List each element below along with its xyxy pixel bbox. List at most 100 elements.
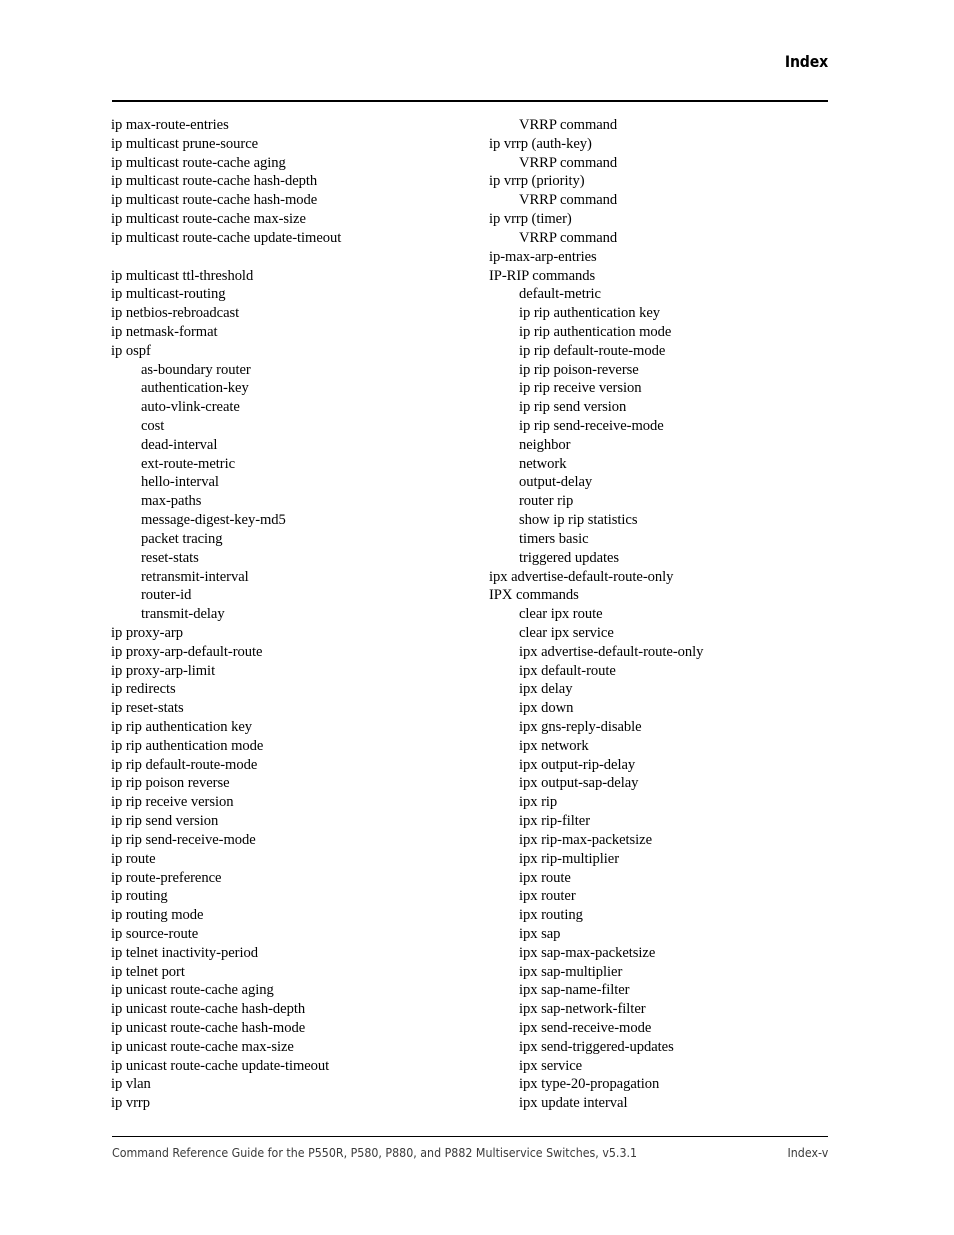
index-entry[interactable]: ip netmask-format xyxy=(111,323,481,342)
index-entry[interactable]: ipx rip-filter xyxy=(489,812,859,831)
index-entry[interactable]: ip multicast route-cache update-timeout xyxy=(111,229,481,248)
index-entry[interactable]: ipx output-rip-delay xyxy=(489,756,859,775)
index-entry[interactable]: timers basic xyxy=(489,530,859,549)
index-entry[interactable]: ip ospf xyxy=(111,342,481,361)
index-entry[interactable]: ip rip poison reverse xyxy=(111,774,481,793)
index-entry[interactable]: ip telnet inactivity-period xyxy=(111,944,481,963)
index-entry[interactable]: default-metric xyxy=(489,285,859,304)
index-entry[interactable]: ip rip receive version xyxy=(489,379,859,398)
index-entry[interactable]: IPX commands xyxy=(489,586,859,605)
index-entry[interactable]: output-delay xyxy=(489,473,859,492)
index-entry[interactable]: ipx sap-name-filter xyxy=(489,981,859,1000)
index-entry[interactable]: VRRP command xyxy=(489,191,859,210)
index-entry[interactable]: ip multicast route-cache aging xyxy=(111,154,481,173)
index-entry[interactable]: max-paths xyxy=(111,492,481,511)
index-entry[interactable]: ip reset-stats xyxy=(111,699,481,718)
index-entry[interactable]: ip unicast route-cache max-size xyxy=(111,1038,481,1057)
index-entry[interactable]: ipx delay xyxy=(489,680,859,699)
index-entry[interactable]: ip multicast-routing xyxy=(111,285,481,304)
index-entry[interactable]: VRRP command xyxy=(489,229,859,248)
index-entry[interactable]: ipx sap-network-filter xyxy=(489,1000,859,1019)
index-entry[interactable]: message-digest-key-md5 xyxy=(111,511,481,530)
index-entry[interactable]: ipx gns-reply-disable xyxy=(489,718,859,737)
index-entry[interactable]: ip rip authentication key xyxy=(489,304,859,323)
index-entry[interactable]: retransmit-interval xyxy=(111,568,481,587)
index-entry[interactable]: ipx rip xyxy=(489,793,859,812)
index-entry[interactable]: ip unicast route-cache hash-depth xyxy=(111,1000,481,1019)
index-entry[interactable]: ip rip send-receive-mode xyxy=(111,831,481,850)
index-entry[interactable]: ip source-route xyxy=(111,925,481,944)
index-entry[interactable]: network xyxy=(489,455,859,474)
index-entry[interactable]: ip rip send-receive-mode xyxy=(489,417,859,436)
index-entry[interactable]: ipx type-20-propagation xyxy=(489,1075,859,1094)
index-entry[interactable]: ipx sap-multiplier xyxy=(489,963,859,982)
index-entry[interactable]: ip max-route-entries xyxy=(111,116,481,135)
index-entry[interactable]: ipx network xyxy=(489,737,859,756)
index-entry[interactable]: ip vrrp (auth-key) xyxy=(489,135,859,154)
index-entry[interactable]: ipx routing xyxy=(489,906,859,925)
index-entry[interactable]: ipx update interval xyxy=(489,1094,859,1113)
index-entry[interactable]: ip rip default-route-mode xyxy=(111,756,481,775)
index-entry[interactable]: clear ipx service xyxy=(489,624,859,643)
index-entry[interactable]: ip rip authentication key xyxy=(111,718,481,737)
index-entry[interactable]: ip unicast route-cache hash-mode xyxy=(111,1019,481,1038)
index-entry[interactable]: ipx send-triggered-updates xyxy=(489,1038,859,1057)
index-entry[interactable]: ip unicast route-cache aging xyxy=(111,981,481,1000)
index-entry[interactable]: ipx output-sap-delay xyxy=(489,774,859,793)
index-entry[interactable]: ip vlan xyxy=(111,1075,481,1094)
index-entry[interactable]: ipx send-receive-mode xyxy=(489,1019,859,1038)
index-entry[interactable]: packet tracing xyxy=(111,530,481,549)
index-entry[interactable]: router-id xyxy=(111,586,481,605)
index-entry[interactable]: ip multicast ttl-threshold xyxy=(111,267,481,286)
index-entry[interactable]: ip redirects xyxy=(111,680,481,699)
index-entry[interactable]: ip routing mode xyxy=(111,906,481,925)
index-entry[interactable]: ipx service xyxy=(489,1057,859,1076)
index-entry[interactable]: ip vrrp (timer) xyxy=(489,210,859,229)
index-entry[interactable]: ip proxy-arp xyxy=(111,624,481,643)
index-entry[interactable]: ipx sap xyxy=(489,925,859,944)
index-entry[interactable]: transmit-delay xyxy=(111,605,481,624)
index-entry[interactable]: hello-interval xyxy=(111,473,481,492)
index-entry[interactable]: ip rip send version xyxy=(111,812,481,831)
index-entry[interactable]: ip route xyxy=(111,850,481,869)
index-entry[interactable]: ip-max-arp-entries xyxy=(489,248,859,267)
index-entry[interactable]: auto-vlink-create xyxy=(111,398,481,417)
index-entry[interactable]: clear ipx route xyxy=(489,605,859,624)
index-entry[interactable]: ipx rip-max-packetsize xyxy=(489,831,859,850)
index-entry[interactable]: cost xyxy=(111,417,481,436)
index-entry[interactable]: ip multicast prune-source xyxy=(111,135,481,154)
index-entry[interactable]: reset-stats xyxy=(111,549,481,568)
index-entry[interactable]: ip rip default-route-mode xyxy=(489,342,859,361)
index-entry[interactable]: VRRP command xyxy=(489,116,859,135)
index-entry[interactable]: ip rip send version xyxy=(489,398,859,417)
index-entry[interactable]: authentication-key xyxy=(111,379,481,398)
index-entry[interactable]: ip multicast route-cache max-size xyxy=(111,210,481,229)
index-entry[interactable]: show ip rip statistics xyxy=(489,511,859,530)
index-entry[interactable]: ipx rip-multiplier xyxy=(489,850,859,869)
index-entry[interactable]: ipx down xyxy=(489,699,859,718)
index-entry[interactable]: ext-route-metric xyxy=(111,455,481,474)
index-entry[interactable]: ipx advertise-default-route-only xyxy=(489,568,859,587)
index-entry[interactable]: triggered updates xyxy=(489,549,859,568)
index-entry[interactable]: ipx router xyxy=(489,887,859,906)
index-entry[interactable]: ipx default-route xyxy=(489,662,859,681)
index-entry[interactable]: neighbor xyxy=(489,436,859,455)
index-entry[interactable]: ip rip receive version xyxy=(111,793,481,812)
index-entry[interactable]: ip multicast route-cache hash-mode xyxy=(111,191,481,210)
index-entry[interactable]: ip proxy-arp-limit xyxy=(111,662,481,681)
index-entry[interactable]: ip route-preference xyxy=(111,869,481,888)
index-entry[interactable]: ipx sap-max-packetsize xyxy=(489,944,859,963)
index-entry[interactable]: ip vrrp (priority) xyxy=(489,172,859,191)
index-entry[interactable]: ip routing xyxy=(111,887,481,906)
index-entry[interactable]: ip multicast route-cache hash-depth xyxy=(111,172,481,191)
index-entry[interactable]: ip proxy-arp-default-route xyxy=(111,643,481,662)
index-entry[interactable]: as-boundary router xyxy=(111,361,481,380)
index-entry[interactable]: ipx route xyxy=(489,869,859,888)
index-entry[interactable]: ip telnet port xyxy=(111,963,481,982)
index-entry[interactable]: ip unicast route-cache update-timeout xyxy=(111,1057,481,1076)
index-entry[interactable]: dead-interval xyxy=(111,436,481,455)
index-entry[interactable]: ip netbios-rebroadcast xyxy=(111,304,481,323)
index-entry[interactable]: VRRP command xyxy=(489,154,859,173)
index-entry[interactable]: ipx advertise-default-route-only xyxy=(489,643,859,662)
index-entry[interactable]: ip vrrp xyxy=(111,1094,481,1113)
